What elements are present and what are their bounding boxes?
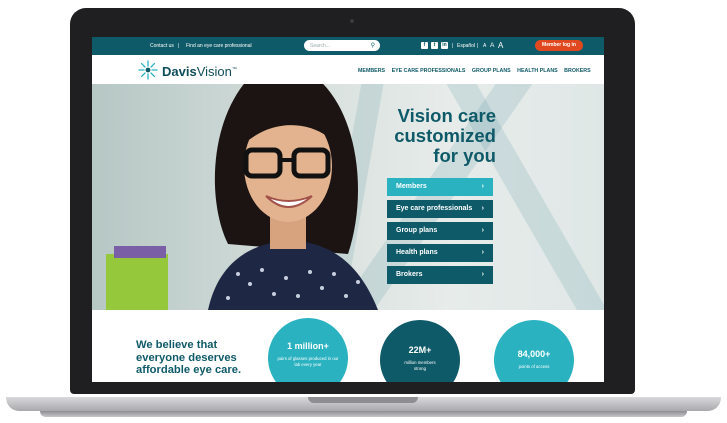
mission-line1: We believe that <box>136 339 218 351</box>
utility-divider-2: | <box>452 43 454 49</box>
nav-links: MEMBERS EYE CARE PROFESSIONALS GROUP PLA… <box>358 68 596 74</box>
hero-woman-photo <box>208 84 378 310</box>
chevron-right-icon: › <box>481 205 484 212</box>
laptop-opening-notch <box>308 397 418 403</box>
facebook-icon[interactable]: f <box>421 42 428 49</box>
brand-name[interactable]: DavisVision™ <box>162 64 237 79</box>
contact-us-link[interactable]: Contact us <box>150 43 174 49</box>
find-professional-link[interactable]: Find an eye care professional <box>186 43 252 49</box>
stat-caption: pairs of glasses produced in our lab eve… <box>277 356 339 367</box>
stat-caption: million members strong <box>404 360 436 371</box>
twitter-icon[interactable]: t <box>431 42 438 49</box>
hero-purple-box <box>114 246 166 258</box>
browser-viewport: Contact us | Find an eye care profession… <box>92 37 604 382</box>
search-icon[interactable]: ⚲ <box>371 42 375 49</box>
utility-divider: | <box>178 43 180 49</box>
chevron-right-icon: › <box>481 249 484 256</box>
hero-button-brokers[interactable]: Brokers › <box>387 266 493 284</box>
mission-line2: everyone deserves <box>136 351 237 364</box>
text-size-small[interactable]: A <box>483 43 486 49</box>
search-input[interactable]: Search... ⚲ <box>304 40 380 51</box>
hero-title: Vision care customized for you <box>368 106 496 166</box>
chevron-right-icon: › <box>481 183 484 190</box>
stat-circle-members: 22M+ million members strong <box>380 320 460 382</box>
davisvision-logo-icon[interactable] <box>138 60 158 80</box>
hero-title-line2: customized <box>394 125 496 146</box>
hero-button-label: Eye care professionals <box>396 205 473 212</box>
stats-section: We believe that everyone deserves afford… <box>92 310 604 382</box>
trademark-symbol: ™ <box>231 66 237 73</box>
nav-item-eye-care-professionals[interactable]: EYE CARE PROFESSIONALS <box>392 68 466 74</box>
stat-caption: points of access <box>518 364 550 369</box>
member-login-button[interactable]: Member log in <box>535 40 583 51</box>
hero-button-members[interactable]: Members › <box>387 178 493 196</box>
text-size-medium[interactable]: A <box>490 42 494 49</box>
brand-name-bold: Davis <box>162 64 197 79</box>
stat-circle-access: 84,000+ points of access <box>494 320 574 382</box>
hero-button-eye-care-professionals[interactable]: Eye care professionals › <box>387 200 493 218</box>
utility-bar: Contact us | Find an eye care profession… <box>92 37 604 55</box>
stat-value: 1 million+ <box>287 341 329 351</box>
brand-name-light: Vision <box>196 64 232 79</box>
nav-item-members[interactable]: MEMBERS <box>358 68 385 74</box>
hero-green-box <box>106 254 168 310</box>
nav-item-brokers[interactable]: BROKERS <box>564 68 591 74</box>
hero-title-line3: for you <box>433 145 496 166</box>
stat-value: 22M+ <box>408 345 432 355</box>
hero-button-label: Health plans <box>396 249 438 256</box>
mission-line3: affordable eye care. <box>136 364 242 376</box>
hero-button-label: Group plans <box>396 227 438 234</box>
hero-banner: Vision care customized for you Members ›… <box>92 84 604 310</box>
stat-circle-glasses: 1 million+ pairs of glasses produced in … <box>268 318 348 382</box>
laptop-base-shadow <box>40 411 687 417</box>
linkedin-icon[interactable]: in <box>441 42 448 49</box>
hero-button-label: Members <box>396 183 427 190</box>
utility-divider-3: | <box>477 43 479 49</box>
webcam-icon <box>350 19 354 23</box>
main-navigation: DavisVision™ MEMBERS EYE CARE PROFESSION… <box>92 55 604 84</box>
hero-title-line1: Vision care <box>397 105 496 126</box>
mission-statement: We believe that everyone deserves afford… <box>136 339 276 377</box>
chevron-right-icon: › <box>481 227 484 234</box>
nav-item-health-plans[interactable]: HEALTH PLANS <box>517 68 558 74</box>
hero-button-label: Brokers <box>396 271 423 278</box>
stat-value: 84,000+ <box>517 349 551 359</box>
hero-button-health-plans[interactable]: Health plans › <box>387 244 493 262</box>
hero-button-group-plans[interactable]: Group plans › <box>387 222 493 240</box>
chevron-right-icon: › <box>481 271 484 278</box>
nav-item-group-plans[interactable]: GROUP PLANS <box>472 68 511 74</box>
espanol-link[interactable]: Español <box>457 43 475 49</box>
text-size-large[interactable]: A <box>498 41 503 50</box>
search-placeholder: Search... <box>310 43 331 49</box>
